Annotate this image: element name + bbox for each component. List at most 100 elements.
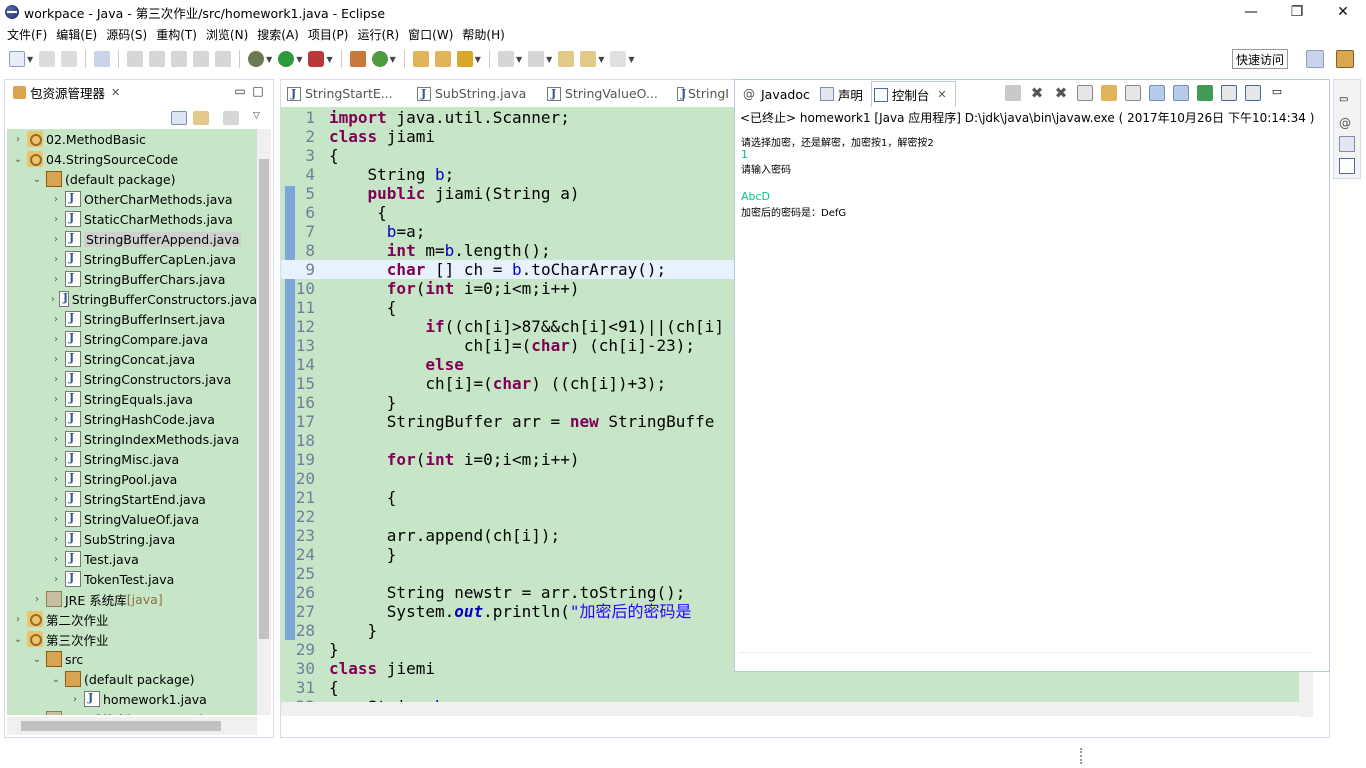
new-java-project-icon[interactable] [349, 51, 366, 67]
tree-item[interactable]: › StringIndexMethods.java [7, 429, 257, 449]
tree-item[interactable]: › JRE 系统库 [java] [7, 589, 257, 609]
tree-item[interactable]: ⌄ 第三次作业 [7, 629, 257, 649]
tree-item[interactable]: › StringEquals.java [7, 389, 257, 409]
chevron-right-icon[interactable]: › [49, 554, 63, 565]
menu-navigate[interactable]: 浏览(N) [203, 26, 254, 43]
view-menu-icon[interactable]: ▽ [253, 111, 269, 125]
tree-item[interactable]: › TokenTest.java [7, 569, 257, 589]
show-stdout-icon[interactable] [1149, 85, 1165, 101]
chevron-right-icon[interactable]: › [49, 394, 63, 405]
chevron-right-icon[interactable]: › [49, 294, 57, 305]
code-text[interactable]: } [329, 545, 397, 564]
pin-console-icon[interactable] [1197, 85, 1213, 101]
chevron-right-icon[interactable]: › [49, 334, 63, 345]
tree-horizontal-scrollbar[interactable] [7, 717, 257, 735]
maximize-view-icon[interactable]: □ [249, 84, 267, 98]
debug-icon[interactable] [248, 51, 265, 67]
tree-item[interactable]: › StringBufferAppend.java [7, 229, 257, 249]
tree-item[interactable]: › StaticCharMethods.java [7, 209, 257, 229]
run-external-icon[interactable] [308, 51, 325, 67]
forward-icon[interactable] [610, 51, 627, 67]
chevron-right-icon[interactable]: › [49, 254, 63, 265]
chevron-right-icon[interactable]: › [49, 354, 63, 365]
menu-file[interactable]: 文件(F) [4, 26, 53, 43]
search-icon[interactable] [456, 51, 473, 67]
next-annotation-icon[interactable] [497, 51, 514, 67]
chevron-right-icon[interactable]: › [49, 474, 63, 485]
tab-package-explorer[interactable]: 包资源管理器 ✕ [9, 81, 127, 106]
editor-horizontal-scrollbar[interactable] [281, 702, 1299, 716]
filter-icon[interactable] [223, 111, 239, 125]
open-console-icon[interactable] [1245, 85, 1261, 101]
close-icon[interactable]: ✕ [111, 86, 120, 99]
chevron-right-icon[interactable]: › [30, 594, 44, 605]
chevron-right-icon[interactable]: › [49, 434, 63, 445]
tree-item[interactable]: › StringHashCode.java [7, 409, 257, 429]
code-text[interactable]: import java.util.Scanner; [329, 108, 570, 127]
tree-item[interactable]: › StringBufferChars.java [7, 269, 257, 289]
tree-item[interactable]: › OtherCharMethods.java [7, 189, 257, 209]
chevron-down-icon[interactable]: ⌄ [30, 174, 44, 185]
code-text[interactable]: for(int i=0;i<m;i++) [329, 450, 580, 469]
console-output[interactable]: 请选择加密，还是解密，加密按1，解密按2 1 请输入密码 AbcD 加密后的密码是：De… [739, 128, 1313, 652]
save-icon[interactable] [39, 51, 56, 67]
code-text[interactable]: } [329, 640, 339, 659]
chevron-down-icon[interactable]: ⌄ [30, 654, 44, 665]
code-text[interactable]: { [329, 203, 387, 222]
save-all-icon[interactable] [61, 51, 78, 67]
code-text[interactable]: int m=b.length(); [329, 241, 551, 260]
tab-editor-3[interactable]: StringValueO... [547, 86, 677, 101]
tree-item[interactable]: › homework1.java [7, 689, 257, 709]
status-bar-grip[interactable] [1080, 748, 1084, 764]
code-text[interactable]: arr.append(ch[i]); [329, 526, 560, 545]
code-text[interactable]: for(int i=0;i<m;i++) [329, 279, 580, 298]
run-icon[interactable] [278, 51, 295, 67]
remove-launch-icon[interactable]: ✖ [1029, 85, 1045, 101]
tree-item[interactable]: › StringBufferCapLen.java [7, 249, 257, 269]
code-line[interactable]: 31 { [281, 678, 1299, 697]
open-task-icon[interactable] [434, 51, 451, 67]
code-text[interactable]: { [329, 678, 339, 697]
back-icon[interactable] [580, 51, 597, 67]
last-edit-icon[interactable] [558, 51, 575, 67]
tab-editor-1[interactable]: StringStartE... [287, 86, 417, 101]
tab-editor-4[interactable]: StringI [677, 86, 729, 101]
menu-run[interactable]: 运行(R) [354, 26, 405, 43]
code-text[interactable]: String b; [329, 165, 455, 184]
tree-item[interactable]: › StringMisc.java [7, 449, 257, 469]
block-select-icon[interactable] [149, 51, 166, 67]
tree-vertical-scrollbar[interactable] [257, 129, 271, 715]
open-type-icon[interactable] [412, 51, 429, 67]
restore-view-icon[interactable]: ▭ [1339, 94, 1355, 110]
console-horizontal-scrollbar[interactable] [739, 652, 1311, 666]
format-icon[interactable] [193, 51, 210, 67]
chevron-down-icon[interactable]: ⌄ [11, 634, 25, 645]
chevron-right-icon[interactable]: › [49, 194, 63, 205]
previous-annotation-icon[interactable] [528, 51, 545, 67]
restore-button[interactable]: ❐ [1274, 0, 1320, 24]
code-text[interactable]: public jiami(String a) [329, 184, 580, 203]
terminate-icon[interactable] [1005, 85, 1021, 101]
tree-item[interactable]: ⌄ src [7, 649, 257, 669]
menu-window[interactable]: 窗口(W) [405, 26, 459, 43]
chevron-right-icon[interactable]: › [49, 234, 63, 245]
chevron-right-icon[interactable]: › [49, 374, 63, 385]
chevron-right-icon[interactable]: › [11, 134, 25, 145]
collapse-all-icon[interactable] [171, 111, 187, 125]
code-text[interactable]: StringBuffer arr = new StringBuffe [329, 412, 715, 431]
tab-declaration[interactable]: 声明 [818, 81, 871, 107]
chevron-down-icon[interactable]: ⌄ [11, 154, 25, 165]
chevron-right-icon[interactable]: › [68, 694, 82, 705]
show-stderr-icon[interactable] [1173, 85, 1189, 101]
tree-item[interactable]: › StringBufferConstructors.java [7, 289, 257, 309]
tree-item[interactable]: › StringStartEnd.java [7, 489, 257, 509]
open-perspective-icon[interactable] [1306, 50, 1324, 68]
menu-edit[interactable]: 编辑(E) [53, 26, 103, 43]
new-class-icon[interactable] [371, 51, 388, 67]
link-editor-icon[interactable] [193, 111, 209, 125]
chevron-right-icon[interactable]: › [49, 514, 63, 525]
chevron-down-icon[interactable]: ⌄ [49, 674, 63, 685]
code-text[interactable]: System.out.println("加密后的密码是 [329, 602, 692, 621]
remove-all-icon[interactable]: ✖ [1053, 85, 1069, 101]
paragraph-icon[interactable] [215, 51, 232, 67]
